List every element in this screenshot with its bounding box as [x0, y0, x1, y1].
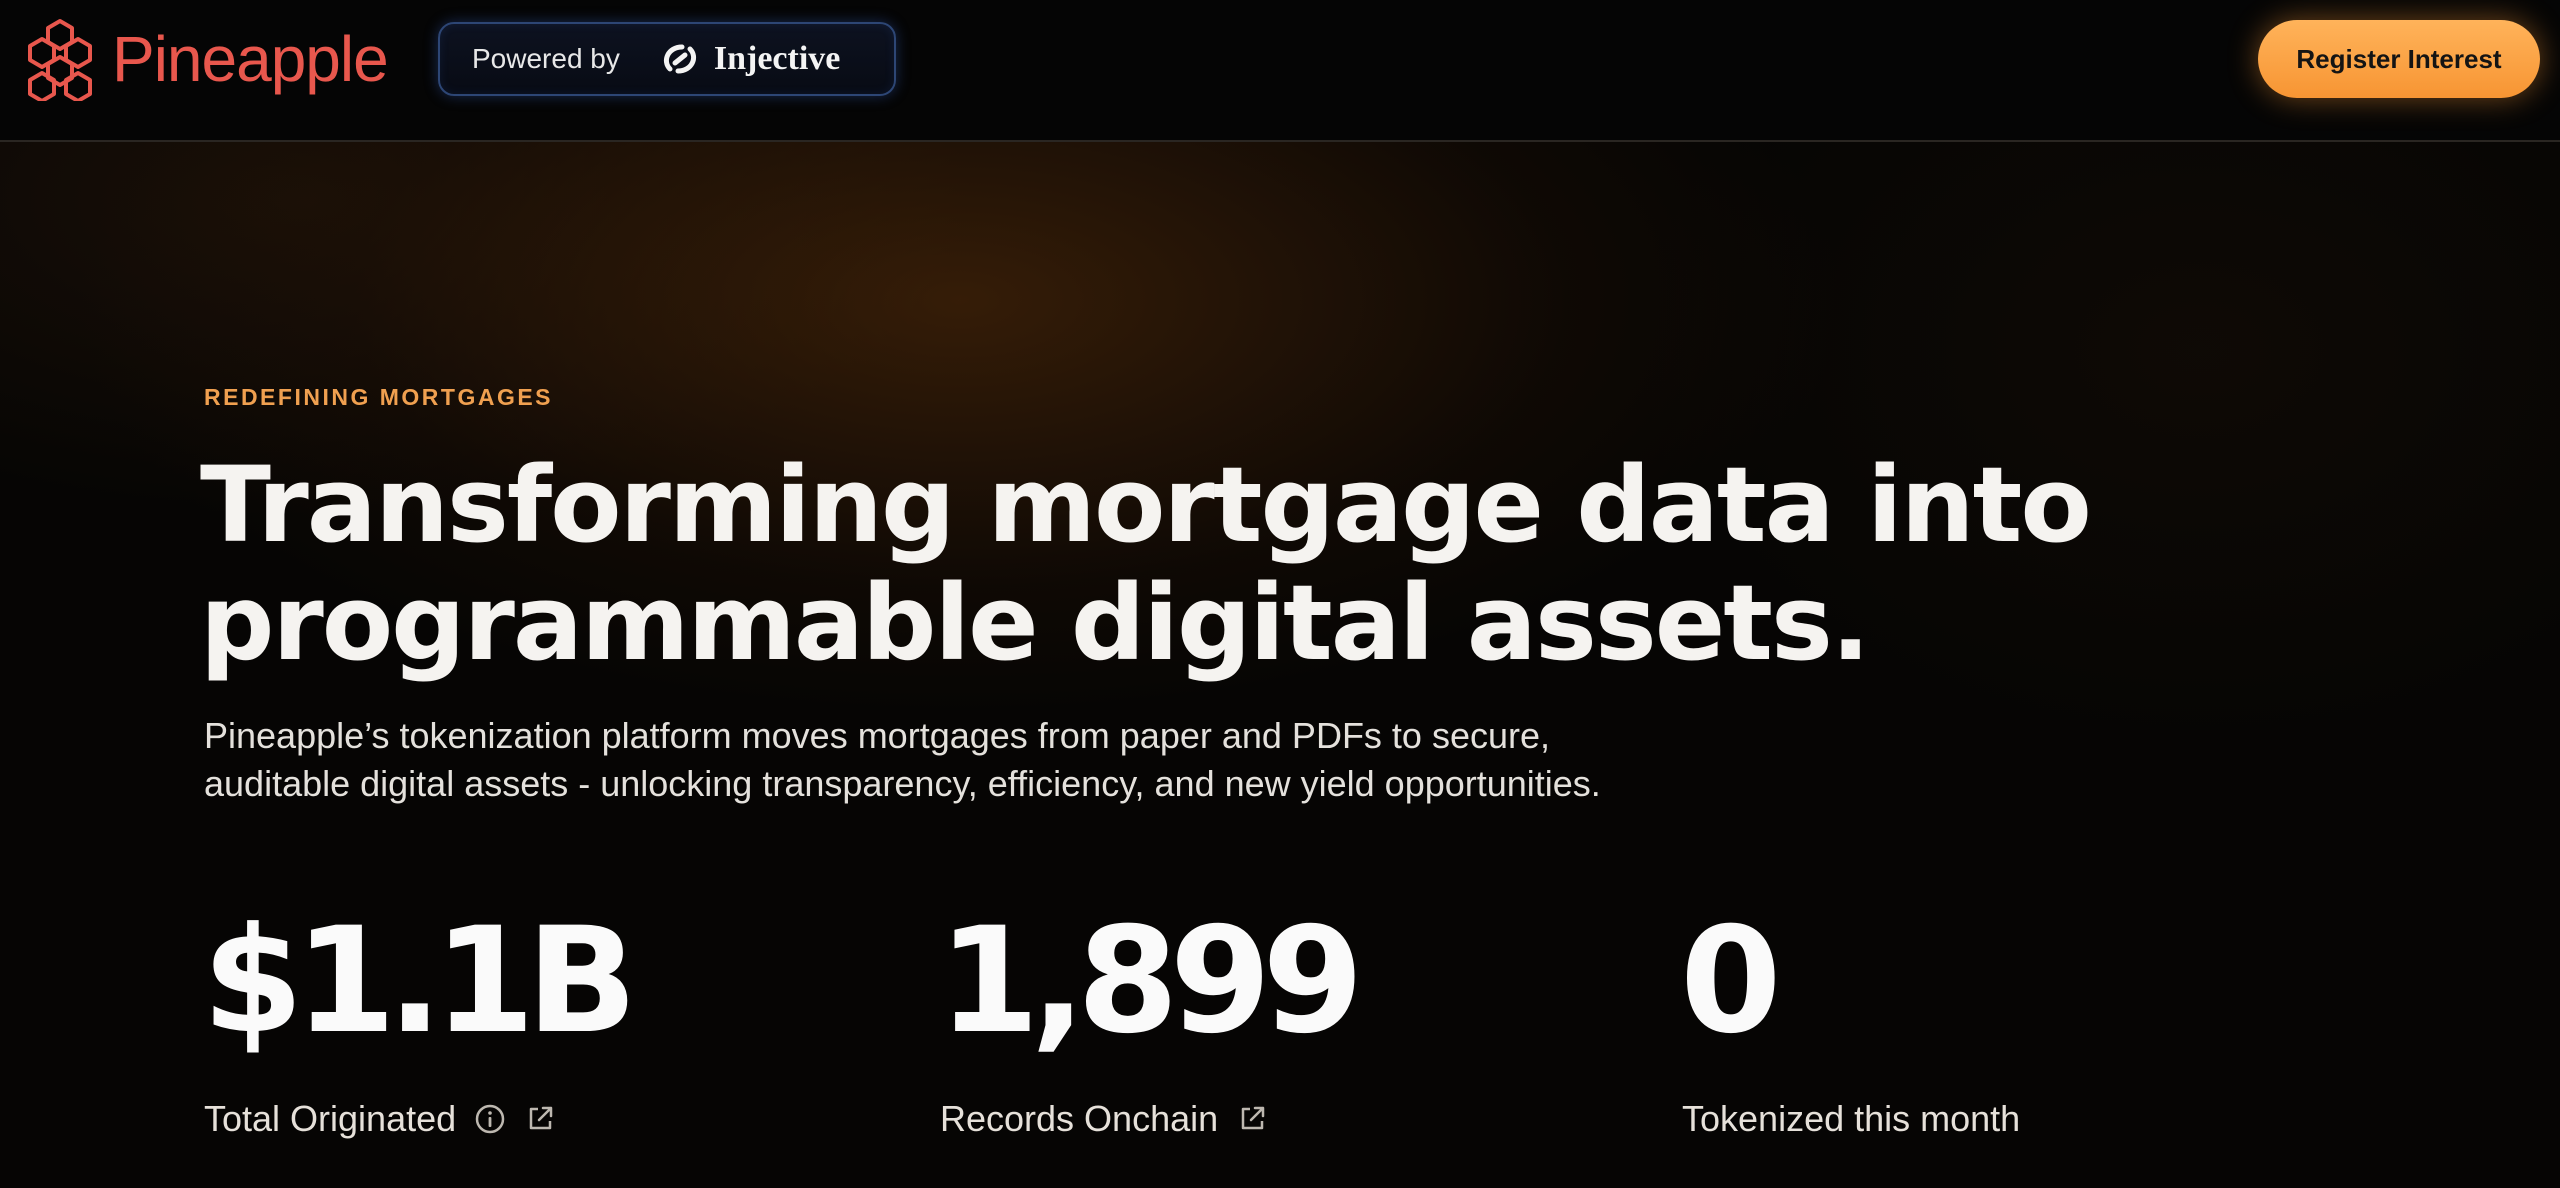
hexagon-cluster-icon [28, 19, 92, 101]
hero-description: Pineapple’s tokenization platform moves … [204, 712, 1804, 808]
partner-name: Injective [713, 40, 841, 77]
stat-total-originated: $1.1B Total Originated [202, 896, 638, 1139]
stat-value: $1.1B [202, 896, 638, 1066]
description-line-1: Pineapple’s tokenization platform moves … [204, 715, 1551, 756]
external-link-icon[interactable] [524, 1103, 556, 1135]
pineapple-logo[interactable]: Pineapple [20, 16, 389, 102]
register-interest-button[interactable]: Register Interest [2258, 20, 2540, 98]
external-link-icon[interactable] [1236, 1103, 1268, 1135]
stat-label: Total Originated [204, 1098, 457, 1139]
stat-label-row: Tokenized this month [1682, 1098, 2020, 1140]
headline-line-1: Transforming mortgage data into [200, 444, 2092, 566]
hero-headline: Transforming mortgage data into programm… [200, 444, 2092, 684]
top-navbar: Pineapple Powered by Injective Register … [0, 0, 2560, 142]
hero-eyebrow: REDEFINING MORTGAGES [204, 384, 554, 410]
info-icon[interactable] [474, 1103, 506, 1135]
powered-by-label: Powered by [472, 43, 620, 74]
powered-by-badge[interactable]: Powered by Injective [438, 22, 896, 96]
stat-value: 0 [1680, 896, 1782, 1066]
logo-wordmark: Pineapple [112, 23, 389, 95]
stat-label-row: Records Onchain [940, 1098, 1268, 1140]
stat-tokenized-this-month: 0 Tokenized this month [1680, 896, 2020, 1139]
stat-label: Records Onchain [940, 1098, 1219, 1139]
headline-line-2: programmable digital assets. [200, 562, 1870, 684]
stat-value: 1,899 [938, 896, 1364, 1066]
stat-label: Tokenized this month [1682, 1098, 2021, 1139]
injective-logo-icon [663, 44, 696, 74]
description-line-2: auditable digital assets - unlocking tra… [204, 763, 1601, 804]
stat-label-row: Total Originated [204, 1098, 556, 1140]
stat-records-onchain: 1,899 Records Onchain [938, 896, 1364, 1139]
